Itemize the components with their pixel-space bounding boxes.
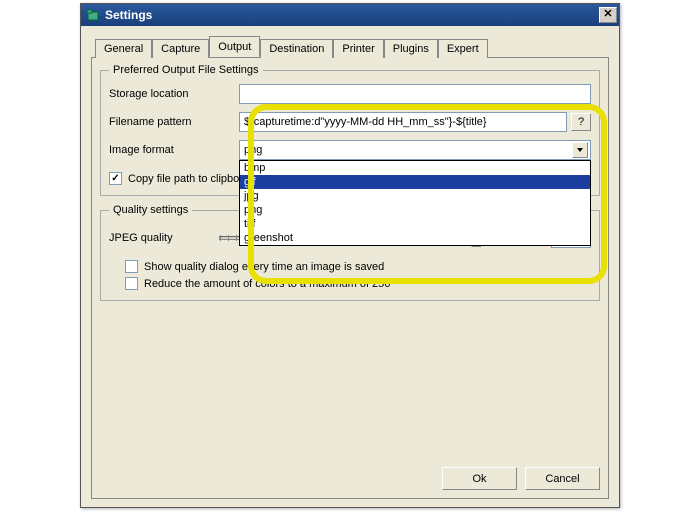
window-title: Settings	[105, 8, 599, 22]
ok-button[interactable]: Ok	[442, 467, 517, 490]
storage-input[interactable]	[239, 84, 591, 104]
titlebar: Settings ✕	[81, 4, 619, 26]
filename-input[interactable]	[239, 112, 567, 132]
format-option-gif[interactable]: gif	[240, 175, 590, 189]
format-label: Image format	[109, 144, 239, 156]
format-select[interactable]: png	[239, 140, 591, 160]
tab-printer[interactable]: Printer	[333, 39, 383, 58]
format-option-bmp[interactable]: bmp	[240, 161, 590, 175]
reduce-colors-checkbox[interactable]	[125, 277, 138, 290]
tab-general[interactable]: General	[95, 39, 152, 58]
format-row: Image format png bmp gif jpg png tiff	[109, 140, 591, 160]
cancel-button[interactable]: Cancel	[525, 467, 600, 490]
tab-capture[interactable]: Capture	[152, 39, 209, 58]
tab-expert[interactable]: Expert	[438, 39, 488, 58]
show-dialog-checkbox[interactable]	[125, 260, 138, 273]
preferred-output-group: Preferred Output File Settings Storage l…	[100, 64, 600, 196]
tab-strip: General Capture Output Destination Print…	[95, 36, 609, 57]
reduce-colors-row: Reduce the amount of colors to a maximum…	[125, 277, 591, 290]
content-area: General Capture Output Destination Print…	[81, 26, 619, 507]
app-icon	[85, 7, 101, 23]
tab-output[interactable]: Output	[209, 36, 260, 57]
reduce-colors-label: Reduce the amount of colors to a maximum…	[144, 278, 390, 290]
jpeg-label: JPEG quality	[109, 232, 219, 244]
settings-dialog: Settings ✕ General Capture Output Destin…	[80, 3, 620, 508]
format-option-tiff[interactable]: tiff	[240, 217, 590, 231]
tab-destination[interactable]: Destination	[260, 39, 333, 58]
format-select-value: png	[244, 144, 572, 156]
show-dialog-label: Show quality dialog every time an image …	[144, 261, 384, 273]
format-option-png[interactable]: png	[240, 203, 590, 217]
format-option-jpg[interactable]: jpg	[240, 189, 590, 203]
button-bar: Ok Cancel	[100, 459, 600, 490]
filename-row: Filename pattern ?	[109, 112, 591, 132]
filename-label: Filename pattern	[109, 116, 239, 128]
quality-legend: Quality settings	[109, 204, 192, 216]
close-button[interactable]: ✕	[599, 7, 617, 23]
format-dropdown-list: bmp gif jpg png tiff greenshot	[239, 160, 591, 246]
format-option-greenshot[interactable]: greenshot	[240, 231, 590, 245]
tab-panel-output: Preferred Output File Settings Storage l…	[91, 57, 609, 499]
tab-plugins[interactable]: Plugins	[384, 39, 438, 58]
storage-label: Storage location	[109, 88, 239, 100]
clipboard-checkbox[interactable]	[109, 172, 122, 185]
storage-row: Storage location	[109, 84, 591, 104]
filename-help-button[interactable]: ?	[571, 113, 591, 131]
show-dialog-row: Show quality dialog every time an image …	[125, 260, 591, 273]
preferred-output-legend: Preferred Output File Settings	[109, 64, 263, 76]
chevron-down-icon	[572, 142, 588, 158]
